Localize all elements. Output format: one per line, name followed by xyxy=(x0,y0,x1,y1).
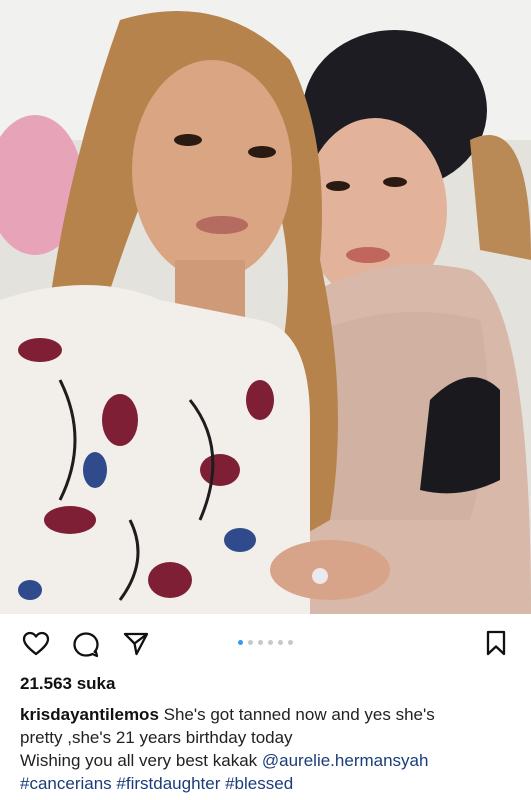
instagram-post: 21.563 suka krisdayantilemos She's got t… xyxy=(0,0,531,800)
hashtag-link[interactable]: #cancerians xyxy=(20,774,112,793)
caption-line-3: Wishing you all very best kakak @aurelie… xyxy=(20,749,520,772)
caption-hashtags: #cancerians #firstdaughter #blessed xyxy=(20,772,520,795)
caption-line-1: krisdayantilemos She's got tanned now an… xyxy=(20,703,520,726)
caption-text-3: Wishing you all very best kakak xyxy=(20,751,262,770)
caption-mention[interactable]: @aurelie.hermansyah xyxy=(262,751,429,770)
post-photo[interactable] xyxy=(0,0,531,614)
carousel-pagination xyxy=(238,640,293,645)
pagination-dot xyxy=(258,640,263,645)
photo-illustration xyxy=(0,0,531,614)
pagination-dot xyxy=(278,640,283,645)
action-bar xyxy=(0,614,531,670)
caption-username[interactable]: krisdayantilemos xyxy=(20,705,159,724)
comment-icon[interactable] xyxy=(72,630,100,658)
pagination-dot xyxy=(248,640,253,645)
post-caption: krisdayantilemos She's got tanned now an… xyxy=(20,703,520,795)
likes-count[interactable]: 21.563 suka xyxy=(20,674,115,694)
hashtag-link[interactable]: #firstdaughter xyxy=(116,774,220,793)
pagination-dot-active xyxy=(238,640,243,645)
caption-text-1: She's got tanned now and yes she's xyxy=(158,705,435,724)
caption-line-2: pretty ,she's 21 years birthday today xyxy=(20,728,293,747)
heart-icon[interactable] xyxy=(22,630,50,658)
hashtag-link[interactable]: #blessed xyxy=(225,774,293,793)
pagination-dot xyxy=(268,640,273,645)
pagination-dot xyxy=(288,640,293,645)
share-icon[interactable] xyxy=(122,630,150,658)
bookmark-icon[interactable] xyxy=(482,629,510,657)
